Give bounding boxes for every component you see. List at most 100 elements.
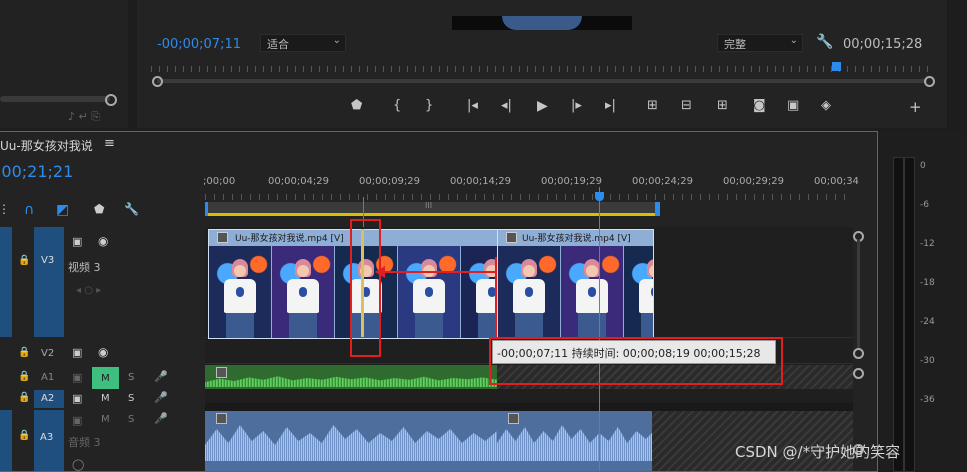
panel-menu-icon[interactable]: ≡ bbox=[104, 136, 115, 151]
program-scrollbar[interactable] bbox=[157, 79, 927, 83]
mute-a2-button[interactable]: M bbox=[101, 393, 110, 404]
mic-icon[interactable]: 🎤 bbox=[154, 412, 168, 425]
track-scroll-bar[interactable] bbox=[857, 240, 860, 348]
play-icon[interactable]: ▶ bbox=[537, 98, 548, 114]
track-a3-name: 音频 3 bbox=[68, 436, 101, 449]
timeline-tools: ⋮ ∩ ◩ ⬟ 🔧 bbox=[0, 202, 200, 218]
solo-a1-button[interactable]: S bbox=[128, 372, 134, 383]
clip-thumbnail bbox=[624, 246, 653, 338]
fit-select[interactable]: 适合 ⌄ bbox=[260, 34, 346, 52]
quality-select[interactable]: 完整 ⌄ bbox=[717, 34, 803, 52]
go-to-in-icon[interactable]: |◂ bbox=[467, 98, 478, 113]
eye-icon[interactable]: ◉ bbox=[98, 234, 108, 248]
work-area-handle: III bbox=[425, 201, 433, 210]
solo-a3-button[interactable]: S bbox=[128, 414, 134, 425]
meter-scale-label: 0 bbox=[920, 161, 926, 171]
magnet-icon[interactable]: ∩ bbox=[24, 202, 34, 218]
annotation-box-left bbox=[350, 219, 381, 357]
fx-icon bbox=[508, 413, 519, 424]
in-point-icon[interactable]: { bbox=[393, 98, 401, 113]
add-marker-icon[interactable]: ⬟ bbox=[94, 202, 104, 216]
work-area-left-handle[interactable] bbox=[205, 202, 208, 216]
time-ruler[interactable]: ;00;00 00;00;04;29 00;00;09;29 00;00;14;29 0… bbox=[203, 172, 859, 222]
lock-icon[interactable]: 🔒 bbox=[18, 430, 30, 441]
track-scroll-handle-low[interactable] bbox=[853, 368, 864, 379]
track-a2-target[interactable]: A2 bbox=[34, 390, 64, 408]
meter-channel-left bbox=[893, 157, 904, 472]
program-playhead-time[interactable]: -00;00;07;11 bbox=[157, 37, 241, 52]
linked-selection-icon[interactable]: ◩ bbox=[56, 202, 69, 218]
track-a1-label[interactable]: A1 bbox=[41, 372, 54, 383]
ruler-tick-label: 00;00;09;29 bbox=[359, 176, 421, 187]
track-a3-target[interactable]: A3 bbox=[34, 410, 64, 471]
track-a3-label: A3 bbox=[40, 432, 54, 443]
lock-icon[interactable]: 🔒 bbox=[18, 371, 30, 382]
lock-icon[interactable]: 🔒 bbox=[18, 255, 30, 266]
export-frame-icon[interactable]: ◙ bbox=[753, 98, 766, 113]
source-scrollbar[interactable] bbox=[0, 96, 110, 102]
meter-scale-label: -36 bbox=[920, 395, 935, 405]
sync-lock-icon[interactable]: ▣ bbox=[72, 414, 82, 427]
program-mini-ruler[interactable] bbox=[151, 66, 931, 72]
sync-lock-icon[interactable]: ▣ bbox=[72, 371, 82, 384]
mute-a1-button[interactable]: M bbox=[92, 367, 119, 389]
mute-a3-button[interactable]: M bbox=[101, 414, 110, 425]
mic-icon[interactable]: 🎤 bbox=[154, 370, 168, 383]
clip-thumbnail bbox=[398, 246, 460, 338]
volume-knob-icon[interactable]: ◯ bbox=[72, 458, 84, 471]
lock-icon[interactable]: 🔒 bbox=[18, 347, 30, 358]
keyframe-nav-icons[interactable]: ◂ ○ ▸ bbox=[76, 285, 101, 296]
meter-channel-right bbox=[904, 157, 915, 472]
marker-icon[interactable]: ⬟ bbox=[351, 98, 362, 113]
go-to-out-icon[interactable]: ▸| bbox=[605, 98, 616, 113]
lift-icon[interactable]: ⊞ bbox=[647, 98, 658, 113]
fx-icon bbox=[506, 232, 517, 243]
work-area-right-handle[interactable] bbox=[655, 202, 660, 216]
track-v2-label[interactable]: V2 bbox=[41, 348, 54, 359]
program-playhead-marker[interactable] bbox=[832, 62, 841, 71]
track-a2-header: 🔒 A2 ▣ M S 🎤 bbox=[0, 390, 205, 408]
meter-scale-label: -24 bbox=[920, 317, 935, 327]
audio-clip-a3-1[interactable] bbox=[205, 411, 497, 471]
compare-icon[interactable]: ▣ bbox=[787, 98, 799, 113]
source-scroll-handle[interactable] bbox=[105, 94, 117, 106]
extract-icon[interactable]: ⊟ bbox=[681, 98, 692, 113]
sequence-tab[interactable]: Uu-那女孩对我说 bbox=[0, 137, 93, 154]
sync-lock-icon[interactable]: ▣ bbox=[72, 392, 82, 405]
audio-clip-a1[interactable] bbox=[205, 365, 497, 389]
step-forward-icon[interactable]: |▸ bbox=[571, 98, 582, 113]
solo-a2-button[interactable]: S bbox=[128, 393, 134, 404]
video-clip-2[interactable]: Uu-那女孩对我说.mp4 [V] bbox=[497, 229, 654, 339]
track-target-left[interactable] bbox=[0, 227, 12, 337]
program-scroll-left-handle[interactable] bbox=[152, 76, 163, 87]
track-target-left[interactable] bbox=[0, 410, 12, 471]
add-icon[interactable]: + bbox=[909, 98, 922, 116]
snap-icon[interactable]: ⋮ bbox=[0, 202, 10, 216]
transport-controls: ⬟ { } |◂ ◂| ▶ |▸ ▸| ⊞ ⊟ ⊞ ◙ ▣ ◈ + bbox=[351, 98, 941, 116]
step-back-icon[interactable]: ◂| bbox=[501, 98, 512, 113]
out-point-icon[interactable]: } bbox=[425, 98, 433, 113]
audio-clip-a3-2[interactable] bbox=[497, 411, 652, 471]
sync-lock-icon[interactable]: ▣ bbox=[72, 235, 82, 248]
fx-icon bbox=[217, 232, 228, 243]
source-button-icons[interactable]: ♪ ↵ ⎘ bbox=[68, 110, 100, 124]
timeline-playhead-line[interactable] bbox=[599, 187, 600, 471]
vr-icon[interactable]: ◈ bbox=[821, 98, 831, 113]
wrench-icon[interactable]: 🔧 bbox=[816, 34, 833, 50]
settings-wrench-icon[interactable]: 🔧 bbox=[124, 202, 139, 216]
fx-icon bbox=[216, 413, 227, 424]
edit-tooltip: -00;00;07;11 持续时间: 00;00;08;19 00;00;15;… bbox=[492, 340, 776, 364]
lock-icon[interactable]: 🔒 bbox=[18, 392, 30, 403]
timeline-timecode[interactable]: ;00;21;21 bbox=[0, 162, 73, 181]
eye-icon[interactable]: ◉ bbox=[98, 345, 108, 359]
insert-icon[interactable]: ⊞ bbox=[717, 98, 728, 113]
track-scroll-handle-mid[interactable] bbox=[853, 348, 864, 359]
track-a3-header: 🔒 A3 ▣ M S 🎤 音频 3 ◯ bbox=[0, 410, 205, 471]
mic-icon[interactable]: 🎤 bbox=[154, 391, 168, 404]
track-v3-header: 🔒 V3 ▣ ◉ 视频 3 ◂ ○ ▸ bbox=[0, 227, 205, 337]
watermark: CSDN @/*守护她的笑容 bbox=[735, 443, 901, 461]
track-v3-target[interactable]: V3 bbox=[34, 227, 64, 337]
sync-lock-icon[interactable]: ▣ bbox=[72, 346, 82, 359]
program-scroll-right-handle[interactable] bbox=[924, 76, 935, 87]
work-area-bar[interactable]: III bbox=[205, 201, 657, 216]
